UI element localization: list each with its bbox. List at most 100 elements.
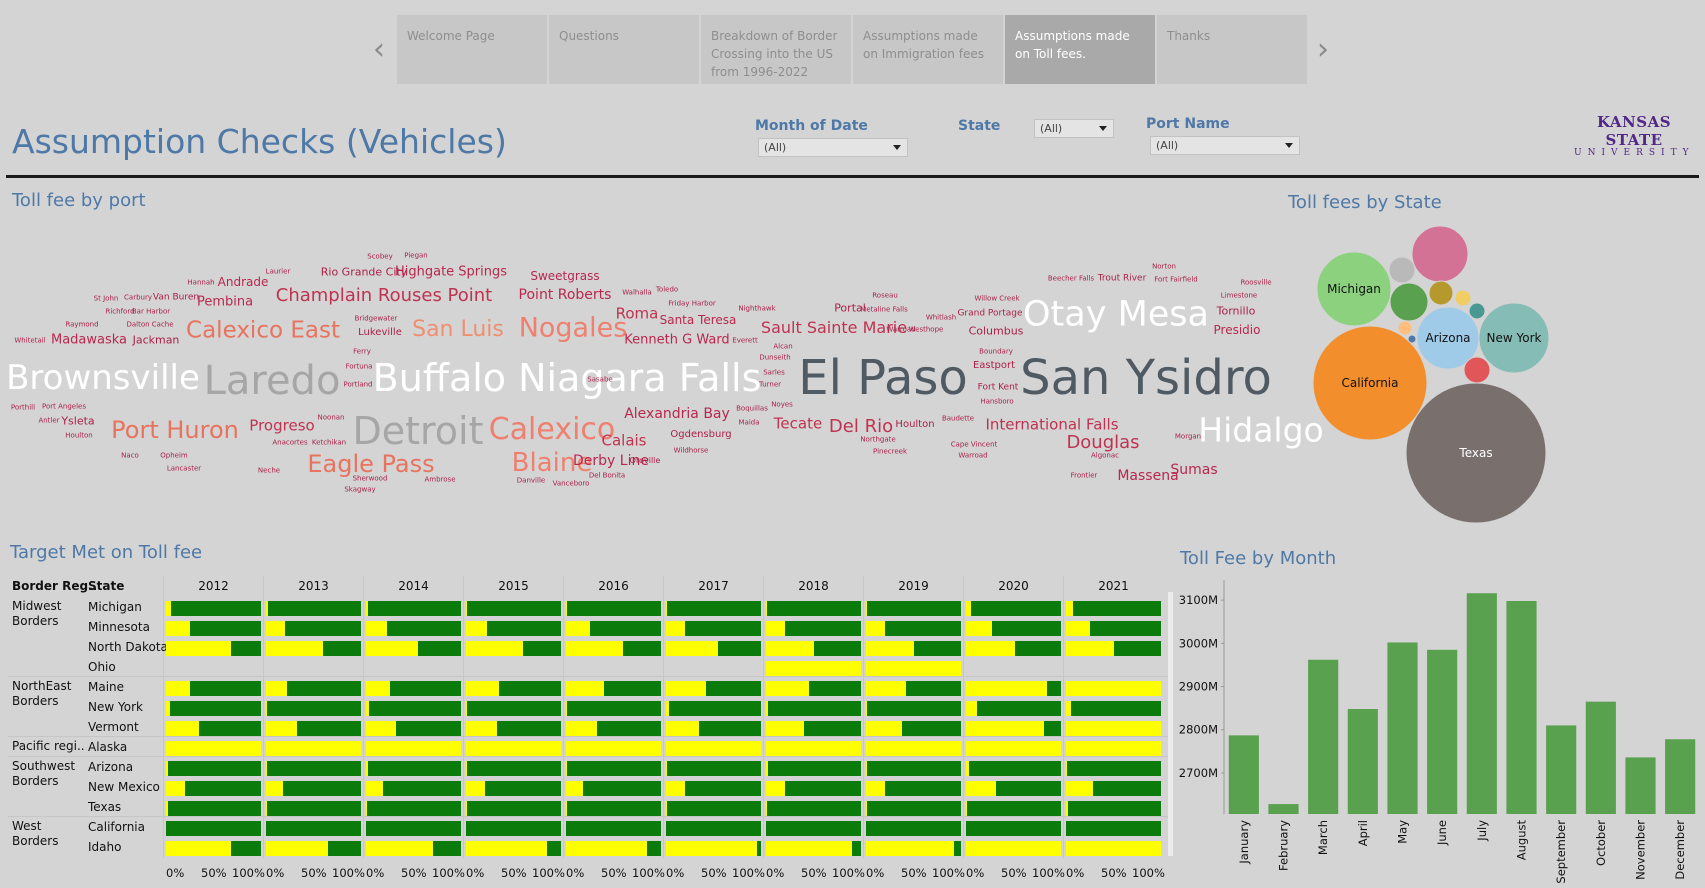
target-met-bar[interactable] [190, 621, 261, 636]
target-met-bar[interactable] [867, 801, 961, 816]
target-met-bar[interactable] [171, 601, 261, 616]
story-tab-questions[interactable]: Questions [549, 15, 699, 84]
target-met-bar[interactable] [667, 761, 761, 776]
target-not-met-bar[interactable] [766, 661, 861, 676]
wordcloud-port-label[interactable]: Detroit [352, 412, 483, 450]
wordcloud-port-label[interactable]: Houlton [895, 420, 934, 430]
wordcloud-port-label[interactable]: Skagway [344, 486, 375, 494]
target-met-bar[interactable] [1067, 761, 1161, 776]
bubble-mark[interactable] [1397, 320, 1413, 336]
target-not-met-bar[interactable] [966, 641, 1015, 656]
target-met-bar[interactable] [969, 761, 1061, 776]
target-not-met-bar[interactable] [266, 721, 297, 736]
wordcloud-port-label[interactable]: Scobey [367, 253, 392, 261]
target-met-bar[interactable] [485, 781, 561, 796]
target-met-bar[interactable] [718, 641, 761, 656]
month-bar[interactable] [1665, 739, 1696, 814]
wordcloud-port-label[interactable]: Roosville [1240, 279, 1271, 287]
target-met-bar[interactable] [467, 761, 561, 776]
target-not-met-bar[interactable] [766, 641, 814, 656]
target-met-bar[interactable] [190, 681, 261, 696]
target-not-met-bar[interactable] [966, 621, 992, 636]
target-not-met-bar[interactable] [566, 641, 623, 656]
wordcloud-port-label[interactable]: Fortuna [346, 363, 373, 371]
target-not-met-bar[interactable] [366, 721, 396, 736]
wordcloud-port-label[interactable]: Ambrose [424, 476, 455, 484]
wordcloud-port-label[interactable]: Walhalla [622, 289, 652, 297]
target-met-bar[interactable] [914, 641, 961, 656]
target-not-met-bar[interactable] [966, 681, 1047, 696]
month-bar[interactable] [1585, 701, 1616, 814]
target-not-met-bar[interactable] [666, 721, 699, 736]
month-bar[interactable] [1347, 709, 1378, 814]
wordcloud-port-label[interactable]: Dalton Cache [126, 321, 173, 329]
wordcloud-port-label[interactable]: Madawaska [51, 334, 127, 347]
target-not-met-bar[interactable] [866, 661, 961, 676]
wordcloud-port-label[interactable]: Beecher Falls [1048, 275, 1094, 283]
target-met-bar[interactable] [368, 761, 461, 776]
target-met-bar[interactable] [566, 821, 661, 836]
target-met-bar[interactable] [885, 621, 961, 636]
target-met-bar[interactable] [804, 721, 861, 736]
target-not-met-bar[interactable] [866, 621, 885, 636]
wordcloud-port-label[interactable]: Roseau [872, 292, 898, 300]
target-not-met-bar[interactable] [766, 781, 785, 796]
wordcloud-port-label[interactable]: Santa Teresa [660, 314, 737, 326]
target-met-bar[interactable] [767, 801, 861, 816]
wordcloud-port-label[interactable]: Jackman [133, 335, 180, 346]
bubble-mark[interactable] [1454, 289, 1472, 307]
wordcloud-port-label[interactable]: St John [94, 295, 119, 303]
target-not-met-bar[interactable] [666, 681, 706, 696]
target-met-bar[interactable] [1090, 621, 1161, 636]
target-met-bar[interactable] [867, 601, 961, 616]
wordcloud-port-label[interactable]: Sarles [763, 369, 785, 377]
wordcloud-port-label[interactable]: Frontier [1071, 472, 1098, 480]
wordcloud-port-label[interactable]: Wildhorse [674, 447, 709, 455]
target-met-bar[interactable] [396, 721, 461, 736]
target-met-bar[interactable] [367, 801, 461, 816]
target-met-bar[interactable] [368, 601, 461, 616]
target-met-bar[interactable] [297, 721, 361, 736]
story-tab-toll-fees[interactable]: Assumptions made on Toll fees. [1005, 15, 1155, 84]
target-not-met-bar[interactable] [866, 681, 906, 696]
wordcloud-port-label[interactable]: Naco [121, 452, 139, 460]
target-not-met-bar[interactable] [566, 841, 647, 856]
wordcloud-port-label[interactable]: Kenneth G Ward [624, 334, 729, 347]
target-met-bar[interactable] [366, 821, 461, 836]
wordcloud-port-label[interactable]: Westhope [909, 326, 944, 334]
wordcloud-port-label[interactable]: Laredo [204, 361, 341, 401]
target-not-met-bar[interactable] [766, 841, 852, 856]
wordcloud-port-label[interactable]: Limestone [1221, 292, 1257, 300]
bubble-mark[interactable] [1468, 302, 1486, 320]
target-not-met-bar[interactable] [966, 701, 977, 716]
target-met-bar[interactable] [814, 641, 861, 656]
wordcloud-port-label[interactable]: Laurier [266, 268, 291, 276]
wordcloud-port-label[interactable]: Neche [258, 467, 280, 475]
target-not-met-bar[interactable] [166, 641, 231, 656]
target-not-met-bar[interactable] [466, 721, 497, 736]
target-met-bar[interactable] [885, 781, 961, 796]
target-not-met-bar[interactable] [366, 681, 390, 696]
target-not-met-bar[interactable] [166, 741, 261, 756]
target-not-met-bar[interactable] [1066, 641, 1114, 656]
target-not-met-bar[interactable] [166, 721, 199, 736]
wordcloud-port-label[interactable]: Ferry [353, 348, 371, 356]
month-bar[interactable] [1268, 804, 1299, 814]
target-not-met-bar[interactable] [466, 781, 485, 796]
target-met-bar[interactable] [667, 801, 761, 816]
target-met-bar[interactable] [467, 701, 561, 716]
wordcloud-port-label[interactable]: Turner [759, 381, 781, 389]
wordcloud-port-label[interactable]: Houlton [65, 432, 92, 440]
target-met-bar[interactable] [767, 601, 861, 616]
wordcloud-port-label[interactable]: Brownsville [6, 361, 200, 395]
target-met-bar[interactable] [667, 601, 761, 616]
wordcloud-port-label[interactable]: International Falls [985, 417, 1118, 433]
target-not-met-bar[interactable] [666, 641, 718, 656]
target-not-met-bar[interactable] [166, 841, 231, 856]
wordcloud-port-label[interactable]: Fort Fairfield [1154, 276, 1198, 284]
bubble-mark[interactable] [1389, 282, 1429, 322]
wordcloud-port-label[interactable]: Willow Creek [974, 295, 1019, 303]
target-met-bar[interactable] [867, 761, 961, 776]
month-bar[interactable] [1308, 659, 1339, 814]
wordcloud-port-label[interactable]: Buffalo Niagara Falls [373, 359, 762, 397]
